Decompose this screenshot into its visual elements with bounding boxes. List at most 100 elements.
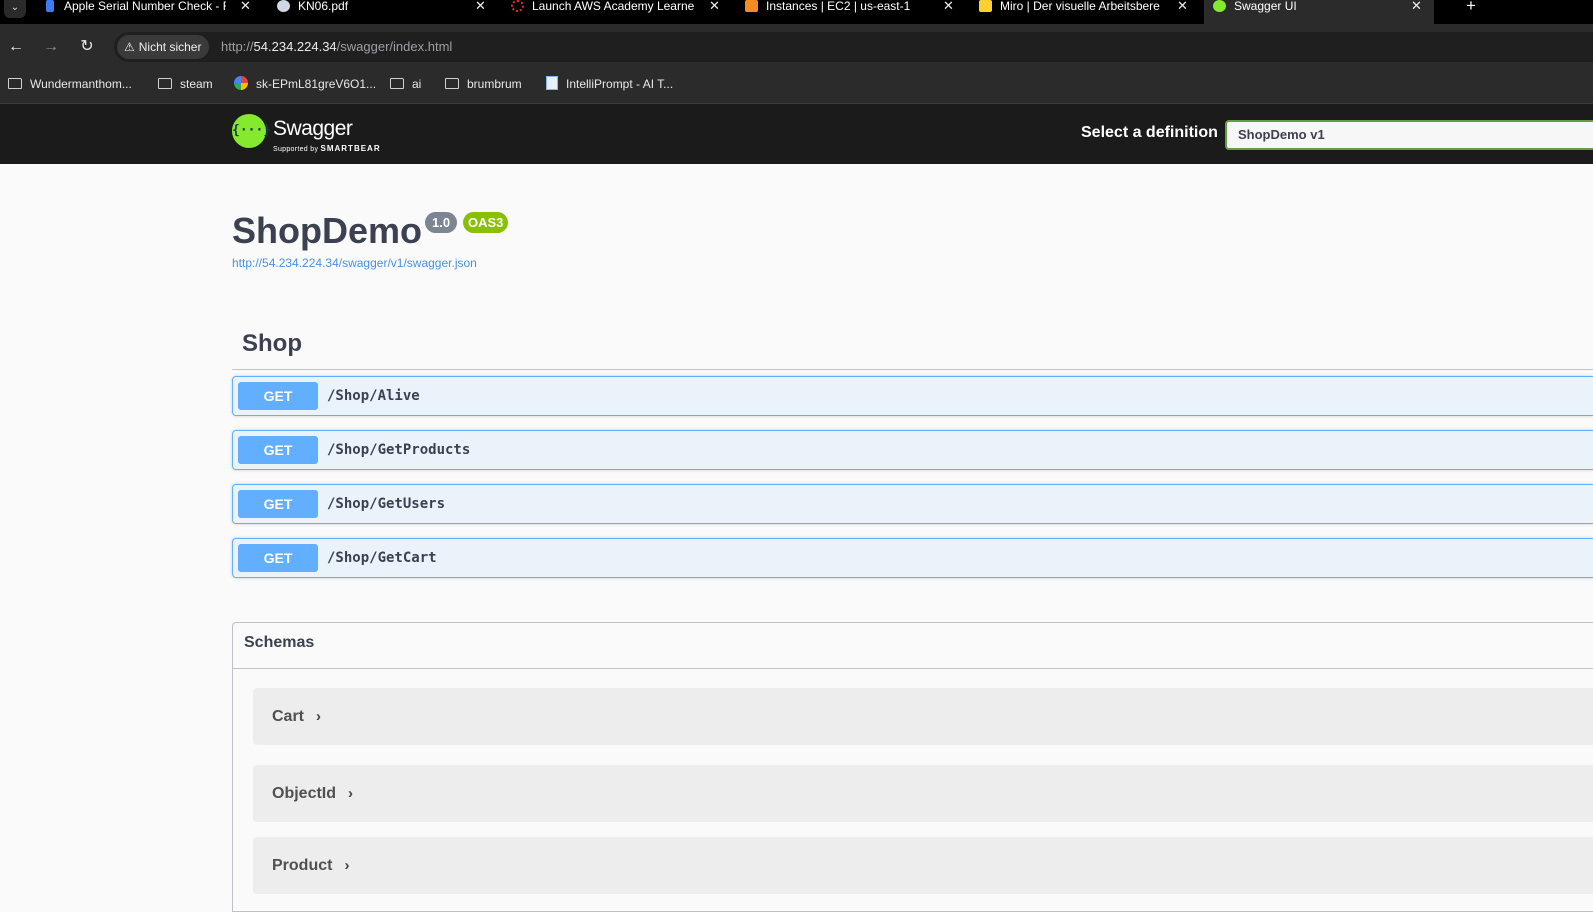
security-chip[interactable]: ⚠ Nicht sicher xyxy=(117,35,210,59)
chevron-right-icon: › xyxy=(316,708,322,725)
method-badge: GET xyxy=(238,490,318,518)
google-icon xyxy=(234,76,248,90)
schema-name-row: Cart › xyxy=(272,688,321,745)
aws-ec2-favicon-icon xyxy=(745,0,758,12)
bookmark-label: steam xyxy=(180,77,213,91)
operation-get-shop-getusers[interactable]: GET /Shop/GetUsers xyxy=(232,484,1593,524)
operation-get-shop-getproducts[interactable]: GET /Shop/GetProducts xyxy=(232,430,1593,470)
bookmark-label: sk-EPmL81greV6O1... xyxy=(256,77,377,91)
tab-aws-academy[interactable]: Launch AWS Academy Learner ✕ xyxy=(502,0,728,24)
operation-path: /Shop/GetProducts xyxy=(327,442,471,458)
folder-icon xyxy=(390,78,404,89)
tab-title: Swagger UI xyxy=(1234,0,1297,13)
bookmark-label: ai xyxy=(412,77,422,91)
url-path: /swagger/index.html xyxy=(336,39,453,54)
folder-icon xyxy=(8,78,22,89)
bookmark-sk-key[interactable]: sk-EPmL81greV6O1... xyxy=(234,70,376,98)
operation-get-shop-getcart[interactable]: GET /Shop/GetCart xyxy=(232,538,1593,578)
tab-close-icon[interactable]: ✕ xyxy=(475,0,486,13)
miro-favicon-icon xyxy=(979,0,992,12)
bookmark-label: Wundermanthom... xyxy=(30,77,132,91)
bookmarks-bar: Wundermanthom... steam sk-EPmL81greV6O1.… xyxy=(0,70,1593,104)
aws-academy-favicon-icon xyxy=(511,0,524,12)
tagline-brand: SMARTBEAR xyxy=(320,144,381,153)
document-icon xyxy=(546,76,558,90)
tab-search-chevron-icon[interactable]: ⌄ xyxy=(4,0,26,18)
bookmark-brumbrum[interactable]: brumbrum xyxy=(445,70,522,98)
schema-name: Product xyxy=(272,857,333,874)
chevron-right-icon: › xyxy=(344,857,350,874)
tab-apple-serial[interactable]: Apple Serial Number Check - F ✕ xyxy=(34,0,260,24)
url-text[interactable]: http://54.234.224.34/swagger/index.html xyxy=(221,32,452,62)
definition-select[interactable]: ShopDemo v1 xyxy=(1225,120,1593,150)
schema-name: Cart xyxy=(272,708,305,725)
tab-title: Apple Serial Number Check - F xyxy=(64,0,226,13)
bookmark-wundermanthom[interactable]: Wundermanthom... xyxy=(8,70,132,98)
swagger-json-link[interactable]: http://54.234.224.34/swagger/v1/swagger.… xyxy=(232,256,477,270)
swagger-logo-text: Swagger xyxy=(273,117,353,140)
method-badge: GET xyxy=(238,382,318,410)
bookmark-intelliprompt[interactable]: IntelliPrompt - AI T... xyxy=(546,70,673,98)
chevron-right-icon: › xyxy=(348,785,354,802)
api-title: ShopDemo xyxy=(232,210,423,251)
browser-toolbar: ← → ↻ ⚠ Nicht sicher http://54.234.224.34… xyxy=(0,24,1593,70)
new-tab-icon[interactable]: + xyxy=(1466,0,1476,14)
tab-title: Launch AWS Academy Learner xyxy=(532,0,695,13)
apple-serial-favicon-icon xyxy=(46,0,54,12)
address-bar[interactable]: ⚠ Nicht sicher http://54.234.224.34/swagg… xyxy=(114,32,1593,62)
schema-name: ObjectId xyxy=(272,785,337,802)
operation-path: /Shop/GetCart xyxy=(327,550,437,566)
warning-triangle-icon: ⚠ xyxy=(124,40,135,54)
back-arrow-icon[interactable]: ← xyxy=(5,36,27,58)
bookmark-label: IntelliPrompt - AI T... xyxy=(566,77,674,91)
select-definition-label: Select a definition xyxy=(1081,124,1218,141)
tab-close-icon[interactable]: ✕ xyxy=(240,0,251,13)
swagger-favicon-icon xyxy=(1213,0,1226,12)
globe-favicon-icon xyxy=(277,0,290,12)
browser-tab-strip: ⌄ Apple Serial Number Check - F ✕ KN06.p… xyxy=(0,0,1593,24)
schemas-section: Schemas Cart › ObjectId › Product › xyxy=(232,622,1593,912)
tab-close-icon[interactable]: ✕ xyxy=(1177,0,1188,13)
tab-close-icon[interactable]: ✕ xyxy=(943,0,954,13)
tag-shop-header[interactable]: Shop xyxy=(242,330,302,358)
tab-title: KN06.pdf xyxy=(298,0,349,13)
schema-cart[interactable]: Cart › xyxy=(253,688,1593,745)
swagger-logo-icon: {···} xyxy=(232,114,271,148)
version-badge: 1.0 xyxy=(425,212,458,233)
tab-title: Instances | EC2 | us-east-1 xyxy=(766,0,911,13)
schema-product[interactable]: Product › xyxy=(253,837,1593,894)
security-label: Nicht sicher xyxy=(138,40,202,54)
tab-close-icon[interactable]: ✕ xyxy=(1411,0,1422,13)
swagger-logo[interactable]: {···} Swagger Supported by SMARTBEAR xyxy=(232,114,392,156)
schema-name-row: Product › xyxy=(272,837,349,894)
method-badge: GET xyxy=(238,544,318,572)
bookmark-label: brumbrum xyxy=(467,77,522,91)
smartbear-tagline: Supported by SMARTBEAR xyxy=(273,144,381,153)
tab-miro[interactable]: Miro | Der visuelle Arbeitsbere ✕ xyxy=(970,0,1196,24)
url-host: 54.234.224.34 xyxy=(253,39,337,54)
operation-path: /Shop/Alive xyxy=(327,388,420,404)
tab-close-icon[interactable]: ✕ xyxy=(709,0,720,13)
oas3-badge: OAS3 xyxy=(463,212,509,233)
tag-divider xyxy=(232,369,1593,370)
reload-icon[interactable]: ↻ xyxy=(76,36,98,58)
schema-name-row: ObjectId › xyxy=(272,765,353,822)
tab-title: Miro | Der visuelle Arbeitsbere xyxy=(1000,0,1160,13)
method-badge: GET xyxy=(238,436,318,464)
swagger-topbar: {···} Swagger Supported by SMARTBEAR Sel… xyxy=(0,104,1593,164)
folder-icon xyxy=(158,78,172,89)
url-scheme: http:// xyxy=(221,39,254,54)
schema-objectid[interactable]: ObjectId › xyxy=(253,765,1593,822)
tab-kn06-pdf[interactable]: KN06.pdf ✕ xyxy=(268,0,494,24)
schemas-title: Schemas xyxy=(244,634,315,651)
forward-arrow-icon[interactable]: → xyxy=(40,36,62,58)
tab-ec2-instances[interactable]: Instances | EC2 | us-east-1 ✕ xyxy=(736,0,962,24)
operation-get-shop-alive[interactable]: GET /Shop/Alive xyxy=(232,376,1593,416)
schemas-header[interactable]: Schemas xyxy=(233,623,1593,669)
bookmark-steam[interactable]: steam xyxy=(158,70,213,98)
folder-icon xyxy=(445,78,459,89)
bookmark-ai[interactable]: ai xyxy=(390,70,421,98)
operation-path: /Shop/GetUsers xyxy=(327,496,446,512)
tab-swagger-ui[interactable]: Swagger UI ✕ xyxy=(1204,0,1434,24)
tagline-prefix: Supported by xyxy=(273,146,319,153)
